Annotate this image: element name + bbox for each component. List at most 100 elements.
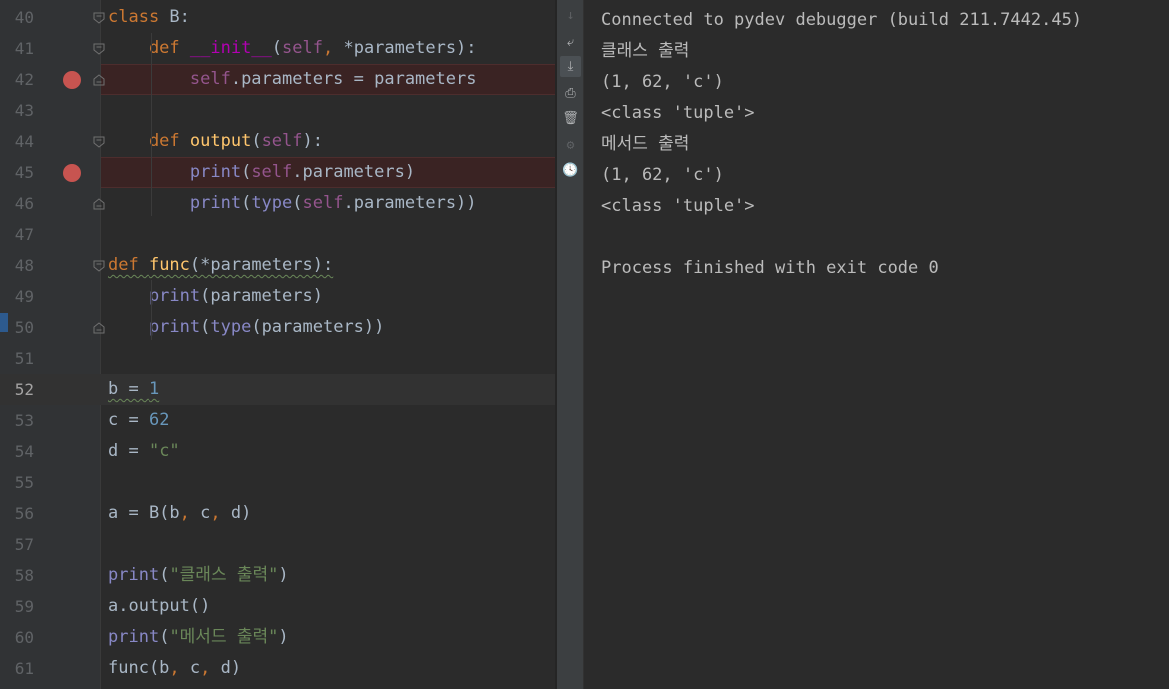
run-console-output[interactable]: Connected to pydev debugger (build 211.7… [584, 0, 1169, 689]
code-token: def [108, 131, 190, 151]
code-text[interactable]: print(self.parameters) [108, 157, 415, 188]
line-number: 59 [14, 597, 34, 616]
console-output-line: <class 'tuple'> [601, 196, 755, 216]
line-number: 50 [14, 318, 34, 337]
code-text[interactable]: d = "c" [108, 436, 180, 467]
trash-icon[interactable]: 🗑 [560, 108, 581, 129]
line-number: 54 [14, 442, 34, 461]
code-token: a = B(b [108, 503, 180, 523]
code-token: .parameters) [292, 162, 416, 182]
code-token: output [189, 131, 252, 151]
code-token: B: [159, 7, 190, 27]
code-text[interactable]: c = 62 [108, 405, 169, 436]
line-number: 49 [14, 287, 34, 306]
code-token: ( [271, 38, 283, 58]
code-token: ( [159, 565, 170, 585]
code-line[interactable]: 54 d = "c" [0, 436, 555, 467]
line-number: 61 [14, 659, 34, 678]
code-line[interactable]: 50 print(type(parameters)) [0, 312, 555, 343]
code-text[interactable]: b = 1 [108, 374, 159, 405]
code-token: (parameters) [200, 286, 323, 306]
code-token: self [282, 38, 323, 58]
settings-icon[interactable]: ⚙ [560, 135, 581, 156]
console-output-line: Process finished with exit code 0 [601, 258, 939, 278]
code-token: def [108, 255, 149, 275]
code-text[interactable]: func(b, c, d) [108, 653, 241, 684]
code-token: "c" [148, 441, 180, 461]
code-text[interactable]: print(parameters) [108, 281, 323, 312]
code-token: d) [220, 658, 242, 678]
code-text[interactable]: print(type(self.parameters)) [108, 188, 477, 219]
soft-wrap-icon[interactable]: ⤶ [560, 32, 581, 53]
fold-marker-icon[interactable] [93, 136, 105, 148]
code-text[interactable]: self.parameters = parameters [108, 64, 477, 95]
code-text[interactable]: a.output() [108, 591, 210, 622]
code-token: print [108, 286, 201, 306]
line-number: 43 [14, 101, 34, 120]
code-line[interactable]: 52 b = 1 [0, 374, 555, 405]
code-text[interactable]: def output(self): [108, 126, 323, 157]
code-text[interactable]: print(type(parameters)) [108, 312, 384, 343]
code-line[interactable]: 59 a.output() [0, 591, 555, 622]
code-line[interactable]: 44 def output(self): [0, 126, 555, 157]
breakpoint-icon[interactable] [63, 164, 81, 182]
code-line[interactable]: 46 print(type(self.parameters)) [0, 188, 555, 219]
code-line[interactable]: 56 a = B(b, c, d) [0, 498, 555, 529]
fold-marker-icon[interactable] [93, 260, 105, 272]
scroll-to-end-icon[interactable]: ⤓ [560, 56, 581, 77]
code-line[interactable]: 42 self.parameters = parameters [0, 64, 555, 95]
code-text[interactable]: def func(*parameters): [108, 250, 333, 281]
code-line[interactable]: 47 [0, 219, 555, 250]
print-icon[interactable]: ⎙ [560, 83, 581, 104]
history-clock-icon[interactable]: 🕓 [560, 160, 581, 181]
code-text[interactable]: def __init__(self, *parameters): [108, 33, 477, 64]
fold-marker-icon[interactable] [93, 198, 105, 210]
fold-marker-icon[interactable] [93, 74, 105, 86]
code-text[interactable]: a = B(b, c, d) [108, 498, 251, 529]
console-output-line: (1, 62, 'c') [601, 72, 724, 92]
code-text[interactable]: class B: [108, 2, 190, 33]
line-number: 45 [14, 163, 34, 182]
code-line[interactable]: 48 def func(*parameters): [0, 250, 555, 281]
code-line[interactable]: 53 c = 62 [0, 405, 555, 436]
line-number: 57 [14, 535, 34, 554]
fold-marker-icon[interactable] [93, 322, 105, 334]
line-number: 60 [14, 628, 34, 647]
code-token: .parameters)) [343, 193, 477, 213]
code-token: a.output() [108, 596, 211, 616]
code-line[interactable]: 49 print(parameters) [0, 281, 555, 312]
code-line[interactable]: 40 class B: [0, 2, 555, 33]
breakpoint-icon[interactable] [63, 71, 81, 89]
code-token: , [169, 658, 190, 678]
fold-marker-icon[interactable] [93, 12, 105, 24]
code-token: print [108, 162, 242, 182]
line-number: 52 [14, 380, 34, 399]
line-number: 51 [14, 349, 34, 368]
code-text[interactable]: print("메서드 출력") [108, 622, 289, 653]
code-token: 62 [148, 410, 170, 430]
code-line[interactable]: 57 [0, 529, 555, 560]
code-token: d = [108, 441, 149, 461]
code-token: (*parameters): [189, 255, 334, 275]
code-editor[interactable]: 40 class B: 41 def __init__(self, *paramet… [0, 0, 555, 689]
code-text[interactable]: print("클래스 출력") [108, 560, 289, 591]
code-line[interactable]: 60 print("메서드 출력") [0, 622, 555, 653]
console-output-line: (1, 62, 'c') [601, 165, 724, 185]
code-token: __init__ [189, 38, 272, 58]
code-token: c = [108, 410, 149, 430]
code-line[interactable]: 41 def __init__(self, *parameters): [0, 33, 555, 64]
code-token: type [210, 317, 252, 337]
code-token: ( [159, 627, 170, 647]
scroll-down-arrow-icon[interactable]: ↓ [560, 5, 581, 26]
code-line[interactable]: 58 print("클래스 출력") [0, 560, 555, 591]
code-line[interactable]: 43 [0, 95, 555, 126]
line-number: 47 [14, 225, 34, 244]
fold-marker-icon[interactable] [93, 43, 105, 55]
code-line[interactable]: 45 print(self.parameters) [0, 157, 555, 188]
code-line[interactable]: 51 [0, 343, 555, 374]
code-line[interactable]: 55 [0, 467, 555, 498]
code-line[interactable]: 61 func(b, c, d) [0, 653, 555, 684]
code-token: ( [200, 317, 211, 337]
code-token: , [179, 503, 201, 523]
code-token: .parameters = parameters [230, 69, 477, 89]
